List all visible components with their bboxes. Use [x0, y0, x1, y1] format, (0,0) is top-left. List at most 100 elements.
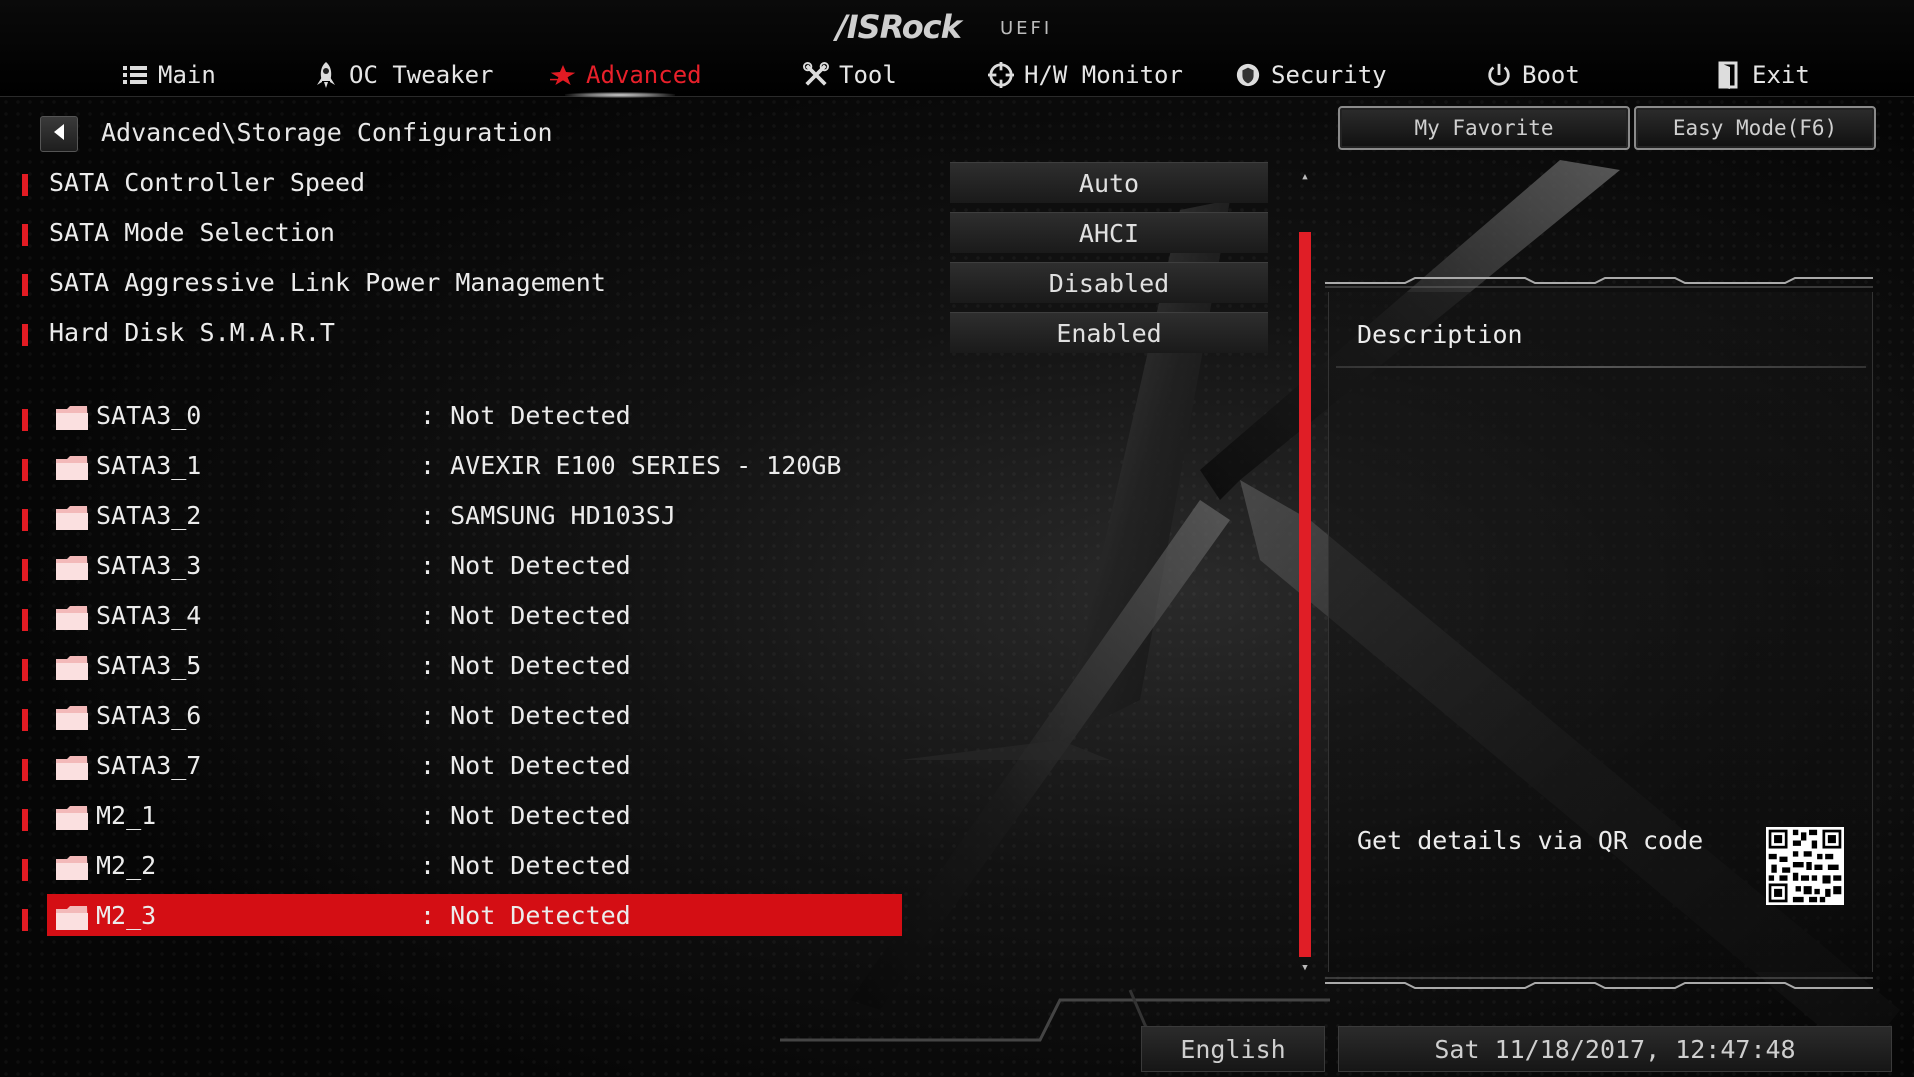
active-tab-indicator — [565, 92, 675, 98]
folder-icon — [56, 656, 88, 680]
row-marker — [22, 459, 28, 481]
tab-security-label: Security — [1271, 61, 1387, 89]
setting-row-sata-mode-selection[interactable]: SATA Mode Selection AHCI — [0, 212, 1290, 256]
drive-row-sata3-2[interactable]: SATA3_2 : SAMSUNG HD103SJ — [0, 497, 900, 537]
drive-status: : Not Detected — [420, 801, 631, 830]
drive-status: : SAMSUNG HD103SJ — [420, 501, 676, 530]
shield-icon — [1235, 62, 1261, 88]
tab-advanced[interactable]: Advanced — [550, 58, 702, 92]
drive-status: : Not Detected — [420, 601, 631, 630]
qr-code-text: Get details via QR code — [1357, 826, 1704, 855]
tab-tool[interactable]: Tool — [803, 58, 897, 92]
drive-row-sata3-1[interactable]: SATA3_1 : AVEXIR E100 SERIES - 120GB — [0, 447, 900, 487]
row-marker — [22, 659, 28, 681]
folder-icon — [56, 856, 88, 880]
asrock-logo: /ISRock — [836, 8, 962, 46]
folder-icon — [56, 756, 88, 780]
crosshair-icon — [988, 62, 1014, 88]
drive-name: M2_3 — [96, 901, 157, 930]
drive-row-sata3-0[interactable]: SATA3_0 : Not Detected — [0, 397, 900, 437]
tab-boot[interactable]: Boot — [1486, 58, 1580, 92]
folder-icon — [56, 606, 88, 630]
drive-name: M2_2 — [96, 851, 157, 880]
row-marker — [22, 709, 28, 731]
star-icon — [550, 62, 576, 88]
scroll-down-arrow-icon[interactable]: ▼ — [1298, 961, 1312, 975]
back-arrow-icon — [52, 123, 66, 145]
description-divider — [1336, 366, 1866, 368]
row-marker — [22, 324, 28, 346]
folder-icon — [56, 506, 88, 530]
row-marker — [22, 759, 28, 781]
tab-exit[interactable]: Exit — [1716, 58, 1810, 92]
breadcrumb: Advanced\Storage Configuration — [101, 118, 553, 147]
language-selector[interactable]: English — [1141, 1026, 1325, 1072]
easy-mode-button[interactable]: Easy Mode(F6) — [1634, 106, 1876, 150]
tab-security[interactable]: Security — [1235, 58, 1387, 92]
drive-name: M2_1 — [96, 801, 157, 830]
row-marker — [22, 859, 28, 881]
rocket-icon — [313, 62, 339, 88]
drive-status: : AVEXIR E100 SERIES - 120GB — [420, 451, 842, 480]
row-marker — [22, 509, 28, 531]
description-title: Description — [1357, 320, 1523, 349]
row-marker — [22, 809, 28, 831]
setting-row-sata-controller-speed[interactable]: SATA Controller Speed Auto — [0, 162, 1290, 206]
drive-row-sata3-6[interactable]: SATA3_6 : Not Detected — [0, 697, 900, 737]
tab-hw-monitor[interactable]: H/W Monitor — [988, 58, 1183, 92]
datetime-display: Sat 11/18/2017, 12:47:48 — [1338, 1026, 1892, 1072]
setting-label: SATA Controller Speed — [49, 168, 366, 197]
folder-icon — [56, 906, 88, 930]
tab-oc-tweaker[interactable]: OC Tweaker — [313, 58, 494, 92]
tools-icon — [803, 61, 829, 88]
row-marker — [22, 559, 28, 581]
drive-name: SATA3_5 — [96, 651, 202, 680]
setting-value-button[interactable]: Enabled — [950, 312, 1268, 353]
tab-exit-label: Exit — [1752, 61, 1810, 89]
drive-row-sata3-5[interactable]: SATA3_5 : Not Detected — [0, 647, 900, 687]
tab-main[interactable]: Main — [122, 58, 216, 92]
drive-status: : Not Detected — [420, 551, 631, 580]
uefi-label: UEFI — [1000, 18, 1053, 39]
drive-name: SATA3_3 — [96, 551, 202, 580]
description-frame-bottom — [1325, 977, 1873, 989]
folder-icon — [56, 406, 88, 430]
drive-row-sata3-3[interactable]: SATA3_3 : Not Detected — [0, 547, 900, 587]
setting-label: SATA Aggressive Link Power Management — [49, 268, 606, 297]
tab-tool-label: Tool — [839, 61, 897, 89]
setting-row-hard-disk-smart[interactable]: Hard Disk S.M.A.R.T Enabled — [0, 312, 1290, 356]
tab-boot-label: Boot — [1522, 61, 1580, 89]
setting-row-sata-alpm[interactable]: SATA Aggressive Link Power Management Di… — [0, 262, 1290, 306]
drive-name: SATA3_4 — [96, 601, 202, 630]
drive-row-m2-1[interactable]: M2_1 : Not Detected — [0, 797, 900, 837]
drive-status: : Not Detected — [420, 651, 631, 680]
qr-code — [1766, 827, 1844, 905]
drive-name: SATA3_1 — [96, 451, 202, 480]
scroll-up-arrow-icon[interactable]: ▲ — [1298, 170, 1312, 184]
setting-value-button[interactable]: Auto — [950, 162, 1268, 203]
scrollbar[interactable]: ▲ ▼ — [1298, 170, 1312, 975]
description-frame-top — [1325, 277, 1873, 288]
back-button[interactable] — [40, 116, 78, 152]
drive-name: SATA3_0 — [96, 401, 202, 430]
setting-value-button[interactable]: Disabled — [950, 262, 1268, 303]
drive-row-m2-3[interactable]: M2_3 : Not Detected — [0, 894, 902, 937]
setting-label: Hard Disk S.M.A.R.T — [49, 318, 335, 347]
drive-row-m2-2[interactable]: M2_2 : Not Detected — [0, 847, 900, 887]
my-favorite-button[interactable]: My Favorite — [1338, 106, 1630, 150]
drive-name: SATA3_2 — [96, 501, 202, 530]
setting-value-button[interactable]: AHCI — [950, 212, 1268, 253]
drive-row-sata3-4[interactable]: SATA3_4 : Not Detected — [0, 597, 900, 637]
drive-status: : Not Detected — [420, 751, 631, 780]
top-header: /ISRock UEFI Main OC Tweaker Advanced To… — [0, 0, 1914, 98]
row-marker — [22, 224, 28, 246]
drive-status: : Not Detected — [420, 901, 631, 930]
tab-main-label: Main — [158, 61, 216, 89]
drive-status: : Not Detected — [420, 701, 631, 730]
tab-hw-monitor-label: H/W Monitor — [1024, 61, 1183, 89]
tab-oc-tweaker-label: OC Tweaker — [349, 61, 494, 89]
power-icon — [1486, 62, 1512, 88]
list-icon — [122, 62, 148, 88]
drive-row-sata3-7[interactable]: SATA3_7 : Not Detected — [0, 747, 900, 787]
scrollbar-thumb[interactable] — [1299, 232, 1311, 957]
